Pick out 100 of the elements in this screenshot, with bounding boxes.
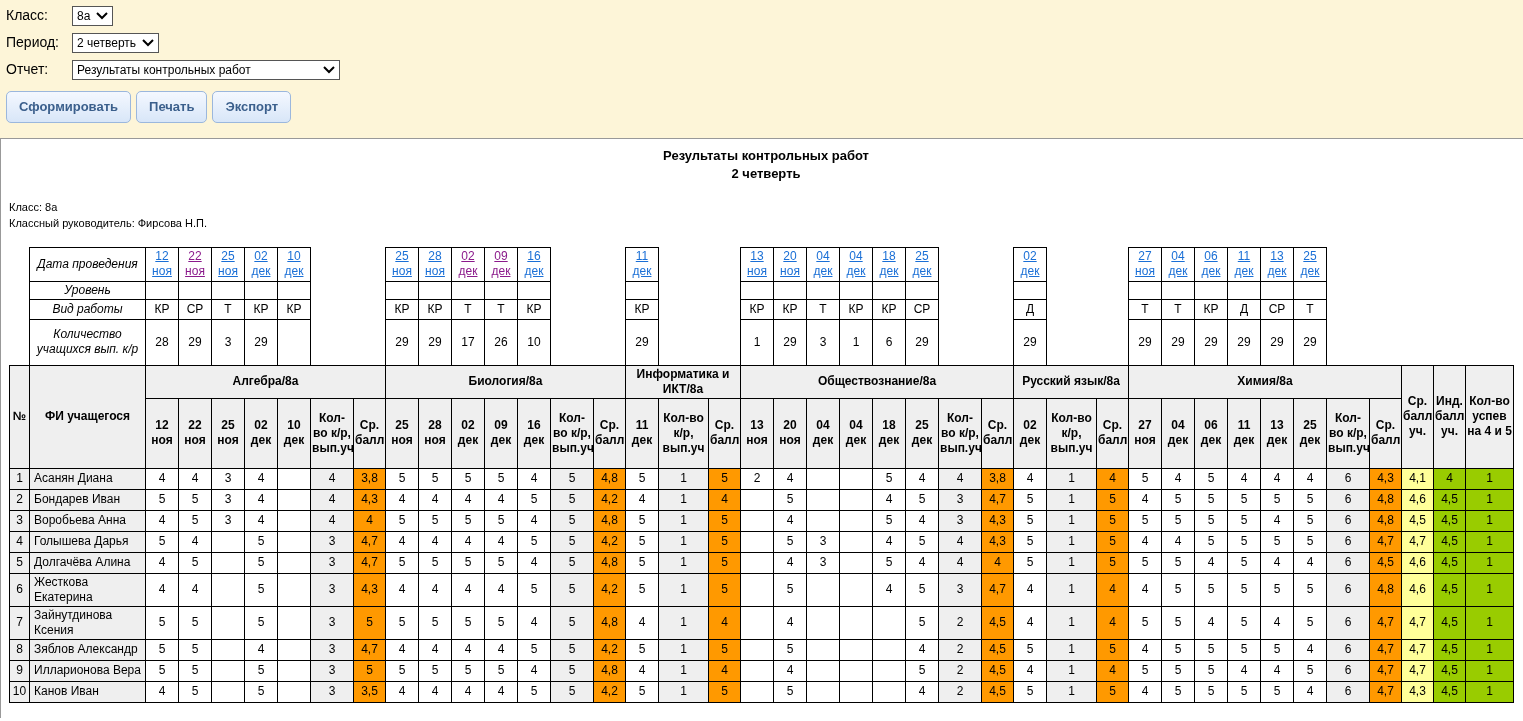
table-cell: КР <box>517 299 551 319</box>
column-header: 04 дек <box>839 398 873 468</box>
grade-cell: 5 <box>517 489 551 510</box>
table-cell: 6 <box>872 319 906 365</box>
table-cell: 1 <box>740 319 774 365</box>
grade-cell: 5 <box>1013 681 1047 702</box>
column-header: Ср. балл <box>981 398 1014 468</box>
grade-cell: 4 <box>385 531 419 552</box>
grade-cell: 5 <box>1293 573 1327 606</box>
row-number: 6 <box>9 573 30 606</box>
grade-cell: 4 <box>517 468 551 489</box>
table-cell: 29 <box>773 319 807 365</box>
grade-cell: 5 <box>1227 552 1261 573</box>
table-cell: 29 <box>1227 319 1261 365</box>
grade-cell: 4 <box>145 681 179 702</box>
row-label: Количество учащихся вып. к/р <box>29 319 146 365</box>
grade-cell: 5 <box>872 468 906 489</box>
table-cell: КР <box>740 299 774 319</box>
row-number: 5 <box>9 552 30 573</box>
grade-cell: 5 <box>451 510 485 531</box>
grade-cell: 5 <box>1260 489 1294 510</box>
grade-cell: 4 <box>385 573 419 606</box>
grade-cell: 5 <box>1260 681 1294 702</box>
grade-cell: 5 <box>625 639 659 660</box>
grade-cell: 5 <box>145 531 179 552</box>
grade-cell: 5 <box>1227 573 1261 606</box>
table-cell: Д <box>1013 299 1047 319</box>
grade-cell: 5 <box>517 639 551 660</box>
dropdown[interactable]: Результаты контрольных работ <box>72 59 340 80</box>
column-header: № <box>9 365 30 468</box>
grade-cell: 5 <box>484 468 518 489</box>
row-number: 7 <box>9 606 30 639</box>
filter-label: Период: <box>6 33 60 52</box>
grade-cell: 4 <box>773 468 807 489</box>
grade-cell: 5 <box>451 552 485 573</box>
grade-cell: 5 <box>1293 489 1327 510</box>
row-label: Дата проведения <box>29 247 146 281</box>
table-cell: СР <box>905 299 939 319</box>
grade-cell: 4 <box>451 639 485 660</box>
subject-header: Алгебра/8а <box>145 365 386 398</box>
table-cell: СР <box>1260 299 1294 319</box>
grade-cell: 5 <box>1161 639 1195 660</box>
grade-cell: 5 <box>418 606 452 639</box>
grade-cell: 5 <box>385 510 419 531</box>
export-button[interactable]: Экспорт <box>212 91 292 123</box>
grade-cell: 5 <box>1013 552 1047 573</box>
info-text: Классный руководитель: Фирсова Н.П. <box>9 215 208 231</box>
column-header: Ср. балл <box>1369 398 1402 468</box>
print-button[interactable]: Печать <box>136 91 208 123</box>
grade-cell: 5 <box>1227 639 1261 660</box>
grade-cell: 5 <box>1161 681 1195 702</box>
row-label: Вид работы <box>29 299 146 319</box>
grade-cell: 5 <box>244 660 278 681</box>
grade-cell: 5 <box>625 510 659 531</box>
grade-cell: 5 <box>1227 606 1261 639</box>
table-cell: 29 <box>625 319 659 365</box>
column-header: 12 ноя <box>145 398 179 468</box>
grade-cell: 5 <box>244 606 278 639</box>
grade-cell: 4 <box>1293 681 1327 702</box>
grade-cell: 5 <box>178 639 212 660</box>
grade-cell: 4 <box>1161 468 1195 489</box>
grade-cell: 5 <box>1128 552 1162 573</box>
grade-cell: 4 <box>1128 573 1162 606</box>
grade-cell: 4 <box>145 552 179 573</box>
chevron-icon <box>323 65 335 74</box>
generate-button[interactable]: Сформировать <box>6 91 132 123</box>
grade-cell: 2 <box>740 468 774 489</box>
grade-cell: 3 <box>211 489 245 510</box>
grade-cell: 5 <box>484 606 518 639</box>
table-cell: 29 <box>244 319 278 365</box>
grade-cell: 4 <box>244 489 278 510</box>
table-cell: КР <box>244 299 278 319</box>
column-header: 11 дек <box>1227 398 1261 468</box>
grade-cell: 5 <box>451 468 485 489</box>
grade-cell: 5 <box>145 606 179 639</box>
grade-cell: 4 <box>451 573 485 606</box>
grade-cell: 4 <box>385 489 419 510</box>
grade-cell: 4 <box>1260 660 1294 681</box>
grade-cell: 5 <box>385 552 419 573</box>
column-header: 18 дек <box>872 398 906 468</box>
table-cell: 1 <box>1465 573 1514 606</box>
grade-cell: 4 <box>517 660 551 681</box>
grade-cell: 4 <box>1293 552 1327 573</box>
grade-cell: 4 <box>517 606 551 639</box>
dropdown[interactable]: 2 четверть <box>72 32 160 53</box>
column-header: Кол-во к/р, вып.уч <box>1326 398 1370 468</box>
table-cell: Т <box>806 299 840 319</box>
grade-cell: 4 <box>1128 531 1162 552</box>
grade-cell: 5 <box>517 681 551 702</box>
dropdown[interactable]: 8а <box>72 5 114 26</box>
table-cell: 3 <box>211 319 245 365</box>
grade-cell: 5 <box>773 573 807 606</box>
column-header: Ср. балл <box>1096 398 1129 468</box>
row-number: 9 <box>9 660 30 681</box>
grade-cell: 4 <box>625 489 659 510</box>
subject-header: Русский язык/8а <box>1013 365 1129 398</box>
column-header: 28 ноя <box>418 398 452 468</box>
grade-cell: 4 <box>625 660 659 681</box>
table-cell: 10 <box>517 319 551 365</box>
grade-cell: 4 <box>1260 552 1294 573</box>
